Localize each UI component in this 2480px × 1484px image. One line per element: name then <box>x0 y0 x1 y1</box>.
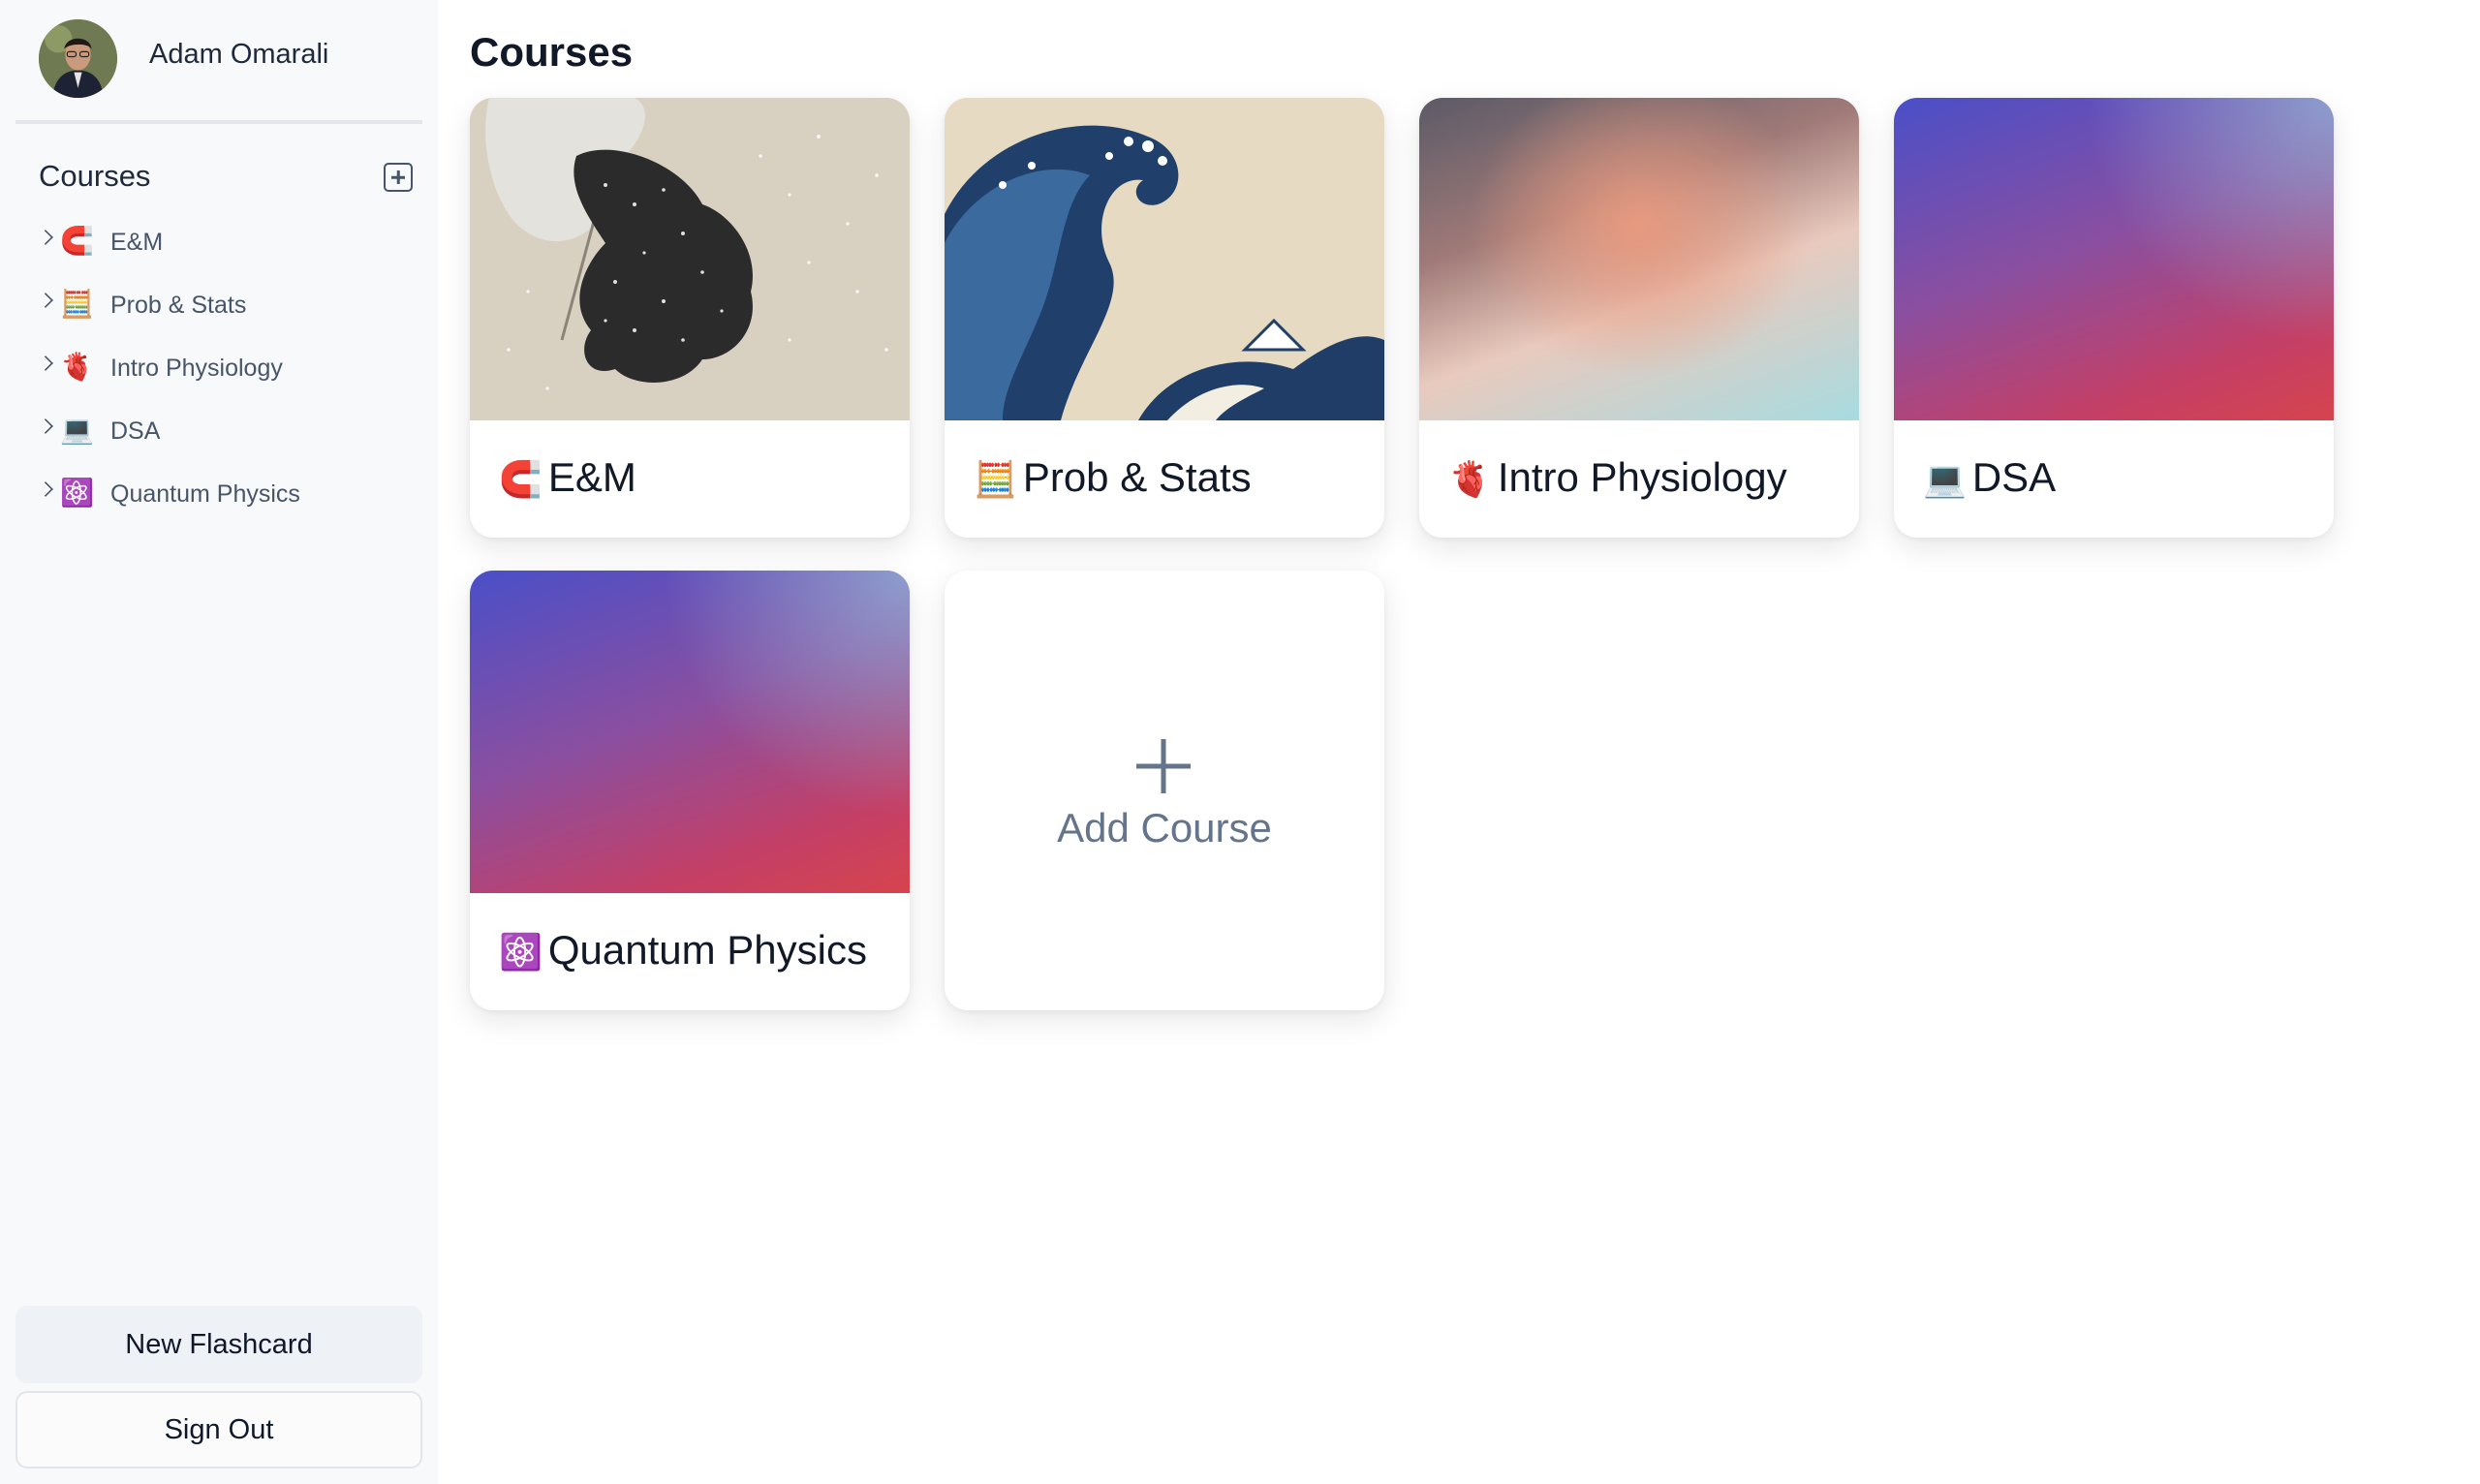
course-card-name: E&M <box>547 454 636 500</box>
laptop-icon: 💻 <box>1923 459 1967 499</box>
sidebar-item-label: Quantum Physics <box>110 480 300 508</box>
course-card-quantum-physics[interactable]: ⚛️ Quantum Physics <box>470 571 910 1010</box>
course-card-title: ⚛️ Quantum Physics <box>499 927 867 974</box>
course-card-title: 🫀 Intro Physiology <box>1448 454 1787 501</box>
sidebar-item-em[interactable]: 🧲 E&M <box>0 219 438 273</box>
avatar <box>39 19 117 98</box>
add-course-label: Add Course <box>1057 805 1272 850</box>
course-card-dsa[interactable]: 💻 DSA <box>1894 98 2334 538</box>
course-card-prob-stats[interactable]: 🧮 Prob & Stats <box>945 98 1384 538</box>
magnet-icon: 🧲 <box>499 459 542 499</box>
abacus-icon: 🧮 <box>60 289 94 319</box>
sidebar-item-quantum-physics[interactable]: ⚛️ Quantum Physics <box>0 471 438 525</box>
new-flashcard-button[interactable]: New Flashcard <box>16 1306 422 1383</box>
course-cover-image <box>470 571 910 893</box>
course-card-em[interactable]: 🧲 E&M <box>470 98 910 538</box>
sign-out-button[interactable]: Sign Out <box>16 1391 422 1469</box>
chevron-right-icon[interactable] <box>38 230 53 245</box>
anatomical-heart-icon: 🫀 <box>1448 459 1492 499</box>
chevron-right-icon[interactable] <box>38 418 53 434</box>
plus-icon <box>1134 737 1193 795</box>
sidebar-item-label: Prob & Stats <box>110 292 247 319</box>
sidebar-item-label: E&M <box>110 229 164 256</box>
sidebar-item-dsa[interactable]: 💻 DSA <box>0 408 438 462</box>
course-card-title: 🧲 E&M <box>499 454 636 501</box>
course-cover-image <box>1894 98 2334 420</box>
course-card-name: Intro Physiology <box>1497 454 1787 500</box>
course-card-name: Quantum Physics <box>547 927 867 973</box>
course-card-intro-physiology[interactable]: 🫀 Intro Physiology <box>1419 98 1859 538</box>
chevron-right-icon[interactable] <box>38 293 53 308</box>
sidebar: Adam Omarali Courses 🧲 E&M 🧮 Prob & Stat… <box>0 0 438 1484</box>
add-course-icon[interactable] <box>384 163 413 192</box>
sidebar-item-intro-physiology[interactable]: 🫀 Intro Physiology <box>0 345 438 399</box>
course-card-title: 🧮 Prob & Stats <box>974 454 1252 501</box>
laptop-icon: 💻 <box>60 415 94 445</box>
course-cover-image <box>945 98 1384 420</box>
sidebar-item-label: Intro Physiology <box>110 355 283 382</box>
sidebar-item-label: DSA <box>110 417 161 445</box>
user-profile[interactable]: Adam Omarali <box>16 0 422 124</box>
course-card-name: DSA <box>1971 454 2057 500</box>
anatomical-heart-icon: 🫀 <box>60 352 94 382</box>
sidebar-section-title: Courses <box>39 159 151 193</box>
course-cover-image <box>470 98 910 420</box>
atom-icon: ⚛️ <box>60 478 94 508</box>
atom-icon: ⚛️ <box>499 932 542 972</box>
add-course-card[interactable]: Add Course <box>945 571 1384 1010</box>
course-card-name: Prob & Stats <box>1022 454 1252 500</box>
user-name: Adam Omarali <box>149 39 329 70</box>
course-cover-image <box>1419 98 1859 420</box>
page-title: Courses <box>470 29 634 75</box>
course-card-title: 💻 DSA <box>1923 454 2056 501</box>
magnet-icon: 🧲 <box>60 226 94 256</box>
chevron-right-icon[interactable] <box>38 481 53 497</box>
sidebar-item-prob-stats[interactable]: 🧮 Prob & Stats <box>0 282 438 336</box>
abacus-icon: 🧮 <box>974 459 1017 499</box>
chevron-right-icon[interactable] <box>38 356 53 371</box>
